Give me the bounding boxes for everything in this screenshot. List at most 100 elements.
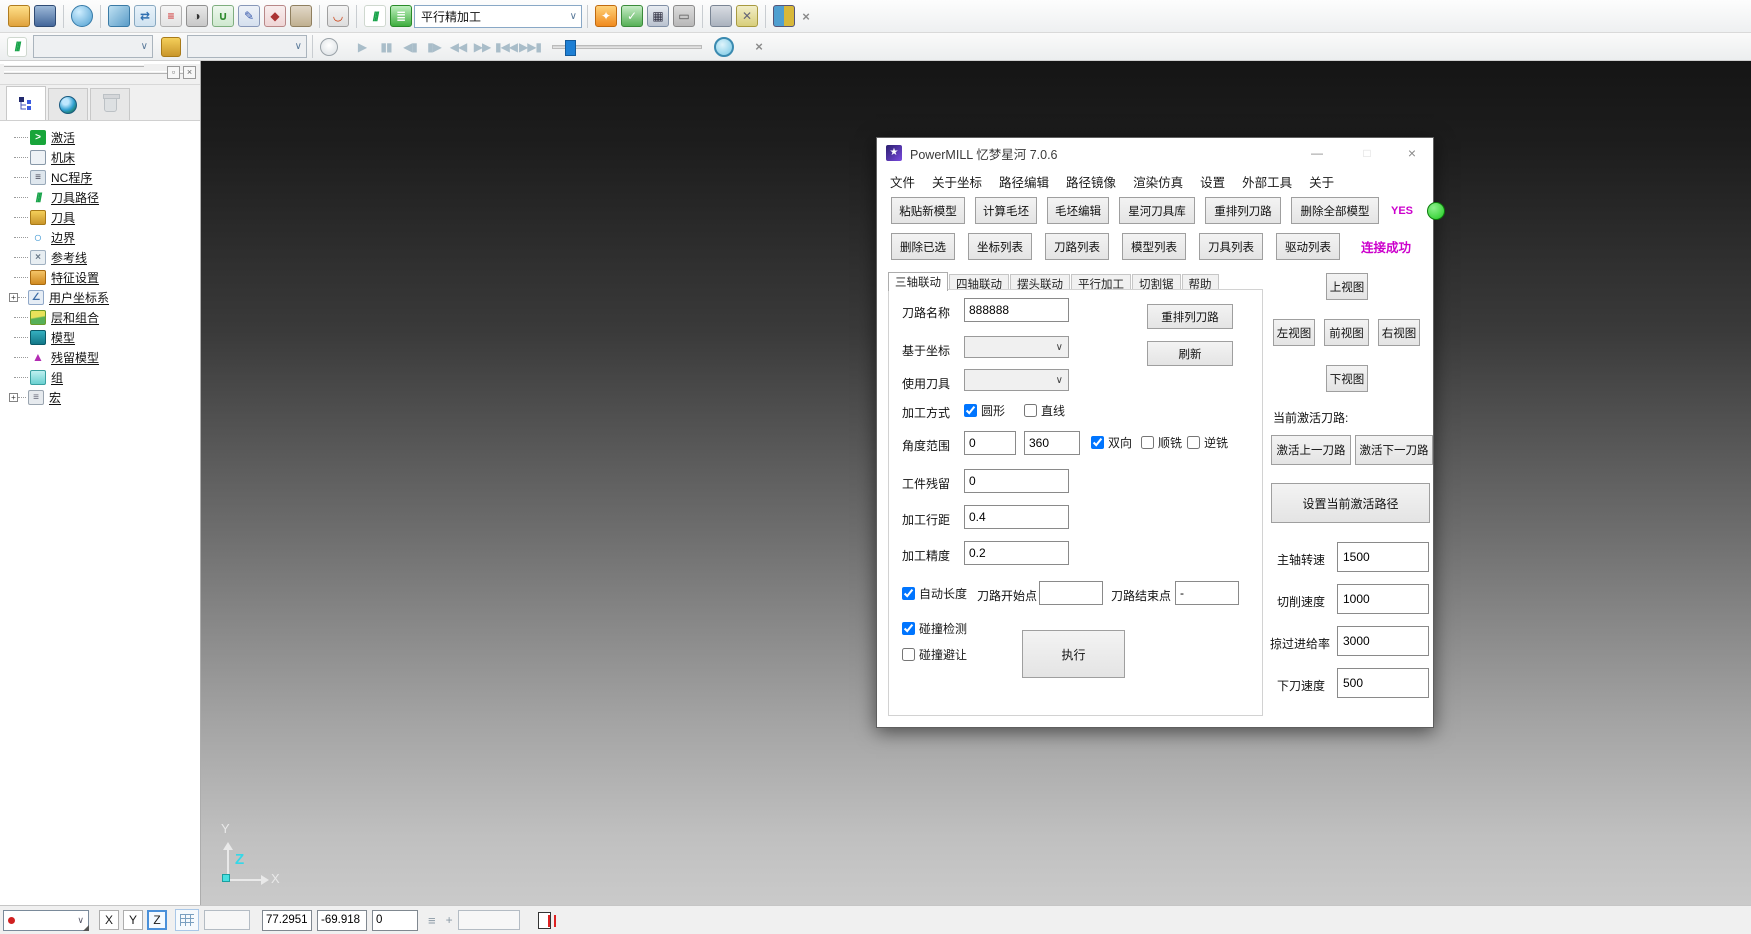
toolpath-connections-icon[interactable]: ⇄ — [134, 5, 156, 27]
transform-icon[interactable]: ✕ — [736, 5, 758, 27]
tab-explorer-trash[interactable] — [90, 88, 130, 120]
calc-block-button[interactable]: 计算毛坯 — [975, 197, 1037, 224]
view-right-button[interactable]: 右视图 — [1378, 319, 1420, 346]
path-end-input[interactable] — [1175, 581, 1239, 605]
sim-tool-icon[interactable] — [161, 37, 181, 57]
ruler-icon[interactable]: ▭ — [673, 5, 695, 27]
toolpath-list-button[interactable]: 刀路列表 — [1045, 233, 1109, 260]
tree-item-feature-sets[interactable]: 特征设置 — [6, 267, 200, 287]
angle-to-input[interactable] — [1024, 431, 1080, 455]
render-shaded-icon[interactable] — [71, 5, 93, 27]
pause-icon[interactable]: ▮▮ — [374, 40, 398, 54]
rearrange-button[interactable]: 重排列刀路 — [1147, 304, 1233, 329]
minimize-button[interactable]: — — [1297, 138, 1337, 168]
bidirectional-input[interactable] — [1091, 436, 1104, 449]
grid-size-field[interactable] — [204, 910, 250, 930]
measure-field[interactable] — [458, 910, 520, 930]
conventional-mill-checkbox[interactable]: 逆铣 — [1187, 434, 1228, 451]
fast-forward-icon[interactable]: ▶▶ — [470, 40, 494, 54]
skip-end-icon[interactable]: ▶▶▮ — [518, 40, 542, 54]
drive-list-button[interactable]: 驱动列表 — [1276, 233, 1340, 260]
rewind-icon[interactable]: ◀◀ — [446, 40, 470, 54]
axis-z-button[interactable]: Z — [147, 910, 167, 930]
menu-settings[interactable]: 设置 — [1200, 172, 1225, 191]
clipboard-doc-icon[interactable] — [538, 912, 551, 929]
sim-speed-slider[interactable] — [552, 45, 702, 49]
open-file-icon[interactable] — [8, 5, 30, 27]
circle-mode-checkbox[interactable]: 圆形 — [964, 402, 1005, 419]
tree-item-boundaries[interactable]: ○ 边界 — [6, 227, 200, 247]
menu-path-edit[interactable]: 路径编辑 — [999, 172, 1049, 191]
based-coord-combobox[interactable]: ∨ — [964, 336, 1069, 358]
tolerance-input[interactable] — [964, 541, 1069, 565]
tool-holder-icon[interactable] — [290, 5, 312, 27]
tree-item-machine[interactable]: 机床 — [6, 147, 200, 167]
tab-3axis[interactable]: 三轴联动 — [888, 272, 948, 291]
tool-list-button[interactable]: 刀具列表 — [1199, 233, 1263, 260]
collision-check-checkbox[interactable]: 碰撞检测 — [902, 620, 967, 637]
skip-start-icon[interactable]: ▮◀◀ — [494, 40, 518, 54]
tool-plunge-icon[interactable]: ◡ — [327, 5, 349, 27]
tab-explorer-globe[interactable] — [48, 88, 88, 120]
axis-x-button[interactable]: X — [99, 910, 119, 930]
stepover-input[interactable] — [964, 505, 1069, 529]
menu-path-mirror[interactable]: 路径镜像 — [1066, 172, 1116, 191]
xyz-list-icon[interactable]: ≡ — [428, 913, 436, 928]
block-edit-button[interactable]: 毛坯编辑 — [1047, 197, 1109, 224]
spindle-speed-input[interactable] — [1337, 542, 1429, 572]
curve-editor-icon[interactable]: ✎ — [238, 5, 260, 27]
execute-button[interactable]: 执行 — [1022, 630, 1125, 678]
model-list-button[interactable]: 模型列表 — [1122, 233, 1186, 260]
tree-expander[interactable]: + — [9, 393, 18, 402]
view-front-button[interactable]: 前视图 — [1324, 319, 1369, 346]
grid-toggle-button[interactable] — [175, 909, 199, 931]
skim-feed-input[interactable] — [1337, 626, 1429, 656]
angle-from-input[interactable] — [964, 431, 1016, 455]
auto-length-input[interactable] — [902, 587, 915, 600]
block-icon[interactable] — [108, 5, 130, 27]
sim-toolbar-close-icon[interactable]: × — [750, 39, 768, 54]
climb-mill-input[interactable] — [1141, 436, 1154, 449]
view-bottom-button[interactable]: 下视图 — [1326, 365, 1368, 392]
activate-prev-toolpath-button[interactable]: 激活上一刀路 — [1271, 435, 1351, 465]
path-start-input[interactable] — [1039, 581, 1103, 605]
flash-calc-icon[interactable]: ✦ — [595, 5, 617, 27]
menu-external-tools[interactable]: 外部工具 — [1242, 172, 1292, 191]
tree-item-stock-models[interactable]: ▲ 残留模型 — [6, 347, 200, 367]
delete-selected-button[interactable]: 删除已选 — [891, 233, 955, 260]
active-toolpath-icon[interactable]: /// — [7, 37, 27, 57]
toolpath-name-input[interactable] — [964, 298, 1069, 322]
drag-grip[interactable] — [4, 64, 144, 67]
refresh-button[interactable]: 刷新 — [1147, 341, 1233, 366]
ball-tool-icon[interactable]: ◑ — [186, 5, 208, 27]
tool-pair-icon[interactable] — [710, 5, 732, 27]
collision-avoid-checkbox[interactable]: 碰撞避让 — [902, 646, 967, 663]
cutting-feed-input[interactable] — [1337, 584, 1429, 614]
save-icon[interactable] — [34, 5, 56, 27]
clock-icon[interactable] — [714, 37, 734, 57]
bidirectional-checkbox[interactable]: 双向 — [1091, 434, 1132, 451]
delete-all-models-button[interactable]: 删除全部模型 — [1291, 197, 1379, 224]
maximize-button[interactable]: □ — [1347, 138, 1387, 168]
coordinate-y-field[interactable] — [317, 910, 367, 931]
menu-coordinates[interactable]: 关于坐标 — [932, 172, 982, 191]
tree-item-toolpaths[interactable]: /// 刀具路径 — [6, 187, 200, 207]
line-mode-checkbox[interactable]: 直线 — [1024, 402, 1065, 419]
tree-item-models[interactable]: 模型 — [6, 327, 200, 347]
tree-item-levels-sets[interactable]: 层和组合 — [6, 307, 200, 327]
use-tool-combobox[interactable]: ∨ — [964, 369, 1069, 391]
circle-mode-input[interactable] — [964, 404, 977, 417]
tree-expander[interactable]: + — [9, 293, 18, 302]
status-combobox[interactable]: ∨ — [3, 910, 89, 931]
lightbulb-icon[interactable] — [320, 38, 338, 56]
paste-new-model-button[interactable]: 粘贴新模型 — [891, 197, 965, 224]
coordinate-x-field[interactable] — [262, 910, 312, 931]
tree-item-nc-program[interactable]: ≡ NC程序 — [6, 167, 200, 187]
sim-tool-combobox[interactable]: ∨ — [187, 35, 307, 58]
stock-remain-input[interactable] — [964, 469, 1069, 493]
powermill-toolpath-icon[interactable]: /// — [364, 5, 386, 27]
close-button[interactable]: × — [1392, 138, 1432, 168]
toolbar-close-icon[interactable]: × — [797, 9, 815, 24]
coordinate-z-field[interactable] — [372, 910, 418, 931]
menu-render-sim[interactable]: 渲染仿真 — [1133, 172, 1183, 191]
